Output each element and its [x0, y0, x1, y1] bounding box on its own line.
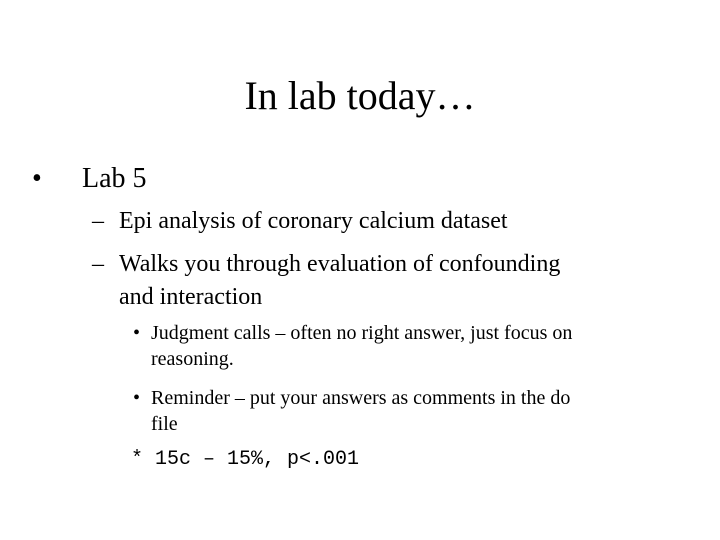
bullet-icon: • — [133, 322, 141, 344]
slide-title: In lab today… — [244, 73, 476, 118]
subbullet-text-line1: Walks you through evaluation of confound… — [119, 251, 561, 277]
bullet-icon: • — [32, 163, 42, 194]
subsubbullet-text-line2: file — [151, 413, 178, 435]
code-comment-line: * 15c – 15%, p<.001 — [131, 448, 360, 471]
subsubbullet-text-line2: reasoning. — [151, 348, 234, 370]
subsubbullet-text-line1: Judgment calls – often no right answer, … — [151, 322, 573, 344]
subsubbullet-text-line1: Reminder – put your answers as comments … — [151, 387, 571, 409]
subbullet-text: Epi analysis of coronary calcium dataset — [119, 208, 508, 234]
bullet-text: Lab 5 — [82, 163, 147, 194]
dash-icon: – — [92, 208, 104, 234]
dash-icon: – — [92, 251, 104, 277]
bullet-icon: • — [133, 387, 141, 409]
subbullet-text-line2: and interaction — [119, 284, 263, 310]
bullet-lab5: • Lab 5 — [32, 162, 147, 196]
